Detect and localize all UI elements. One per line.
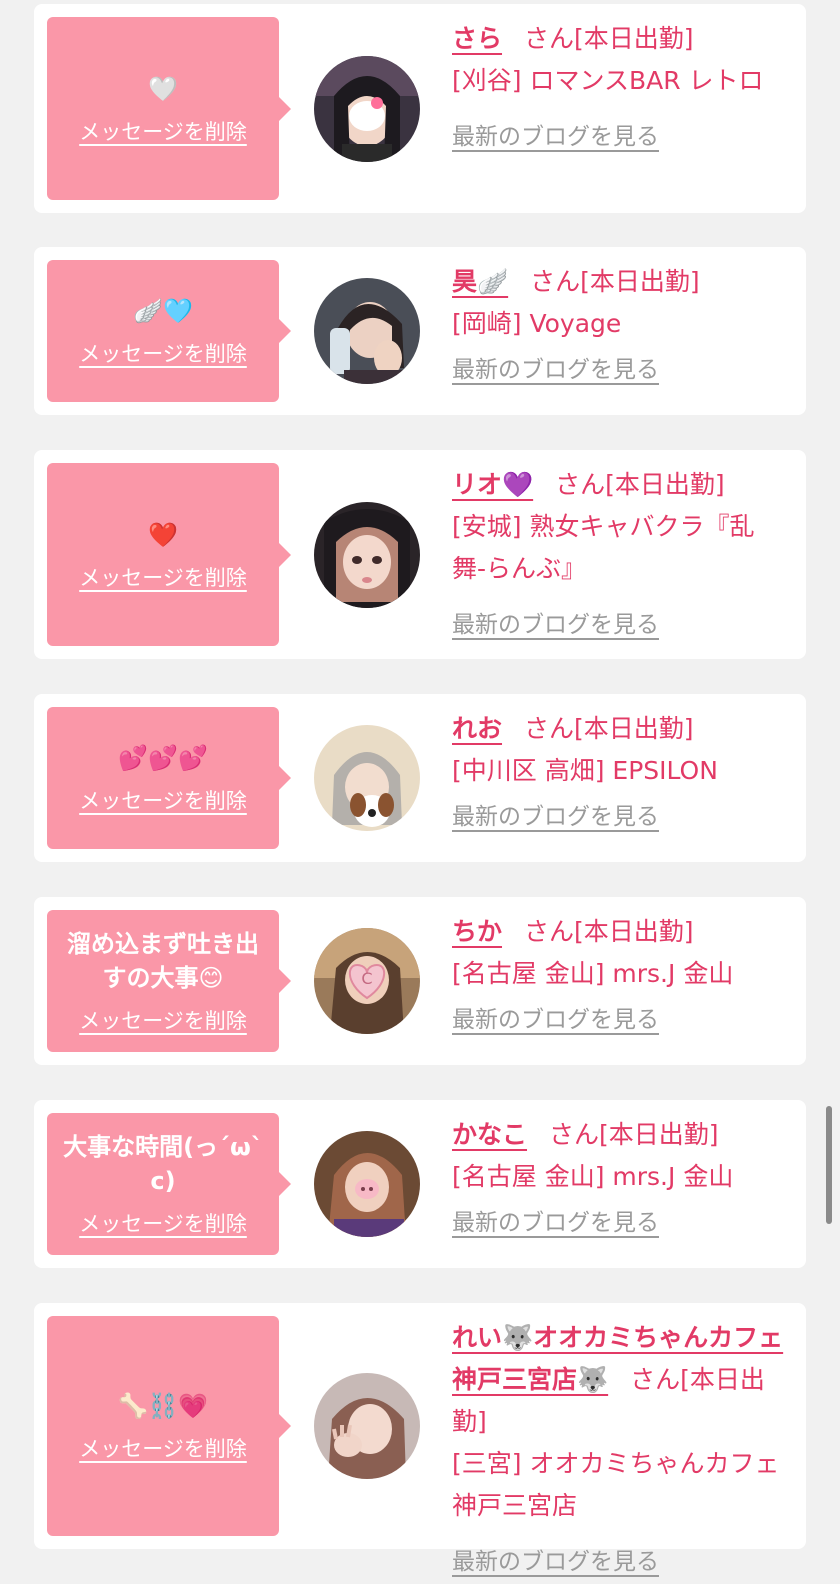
latest-blog-link[interactable]: 最新のブログを見る (452, 604, 659, 646)
profile-photo-icon (314, 1131, 420, 1237)
cast-name-link[interactable]: ちか (452, 917, 502, 946)
latest-blog-link[interactable]: 最新のブログを見る (452, 999, 659, 1041)
delete-message-link[interactable]: メッセージを削除 (79, 338, 247, 368)
avatar[interactable] (314, 1373, 420, 1479)
message-text: 溜め込まず吐き出すの大事😊 (67, 930, 259, 992)
status-text: さん[本日出勤] (530, 267, 700, 296)
shop-name: [名古屋 金山] mrs.J 金山 (452, 1162, 734, 1191)
profile-photo-icon (314, 725, 420, 831)
latest-blog-link[interactable]: 最新のブログを見る (452, 349, 659, 391)
message-bubble: 🪽🩵 メッセージを削除 (47, 260, 291, 402)
list-item: 💕💕💕 メッセージを削除 れお さん[本日出勤] [中川区 高畑] EPSILON… (34, 694, 806, 862)
profile-photo-icon (314, 1373, 420, 1479)
cast-info: さら さん[本日出勤] [刈谷] ロマンスBAR レトロ 最新のブログを見る (452, 18, 788, 158)
scrollbar[interactable] (826, 1106, 832, 1224)
avatar[interactable] (314, 502, 420, 608)
delete-message-link[interactable]: メッセージを削除 (79, 1005, 247, 1035)
status-text: さん[本日出勤] (549, 1120, 719, 1149)
list-item: 大事な時間(っˊωˋc) メッセージを削除 かなこ さん[本日出勤] [名古屋 金… (34, 1100, 806, 1268)
shop-name: [安城] 熟女キャバクラ『乱舞-らんぶ』 (452, 512, 755, 583)
cast-info: 昊🪽 さん[本日出勤] [岡崎] Voyage 最新のブログを見る (452, 261, 788, 391)
avatar[interactable] (314, 725, 420, 831)
message-bubble: 💕💕💕 メッセージを削除 (47, 707, 291, 849)
message-text: ❤️ (148, 520, 178, 549)
latest-blog-link[interactable]: 最新のブログを見る (452, 796, 659, 838)
favorites-list: 🤍 メッセージを削除 さら さん[本日出勤] [刈谷] ロマンスBAR レトロ 最… (0, 0, 840, 1584)
latest-blog-link[interactable]: 最新のブログを見る (452, 1541, 659, 1583)
cast-info: れお さん[本日出勤] [中川区 高畑] EPSILON 最新のブログを見る (452, 708, 788, 838)
cast-name-link[interactable]: れお (452, 714, 502, 743)
delete-message-link[interactable]: メッセージを削除 (79, 116, 247, 146)
list-item: ❤️ メッセージを削除 リオ💜 さん[本日出勤] [安城] 熟女キャバクラ『乱舞-… (34, 450, 806, 659)
status-text: さん[本日出勤] (524, 714, 694, 743)
avatar[interactable] (314, 278, 420, 384)
avatar[interactable] (314, 1131, 420, 1237)
delete-message-link[interactable]: メッセージを削除 (79, 1433, 247, 1463)
message-bubble: 大事な時間(っˊωˋc) メッセージを削除 (47, 1113, 291, 1255)
message-bubble: 🦴⛓️💗 メッセージを削除 (47, 1316, 291, 1536)
avatar[interactable]: C (314, 928, 420, 1034)
avatar[interactable] (314, 56, 420, 162)
profile-photo-icon (314, 56, 420, 162)
message-text: 🦴⛓️💗 (118, 1392, 208, 1420)
delete-message-link[interactable]: メッセージを削除 (79, 1208, 247, 1238)
profile-photo-icon: C (314, 928, 420, 1034)
cast-info: リオ💜 さん[本日出勤] [安城] 熟女キャバクラ『乱舞-らんぶ』 最新のブログを… (452, 464, 788, 646)
cast-info: れい🐺オオカミちゃんカフェ神戸三宮店🐺 さん[本日出勤] [三宮] オオカミちゃん… (452, 1317, 788, 1583)
cast-name-link[interactable]: 昊🪽 (452, 267, 508, 296)
shop-name: [三宮] オオカミちゃんカフェ神戸三宮店 (452, 1449, 780, 1520)
shop-name: [中川区 高畑] EPSILON (452, 756, 718, 785)
list-item: 🤍 メッセージを削除 さら さん[本日出勤] [刈谷] ロマンスBAR レトロ 最… (34, 4, 806, 213)
message-text: 🤍 (148, 74, 178, 103)
profile-photo-icon (314, 278, 420, 384)
latest-blog-link[interactable]: 最新のブログを見る (452, 116, 659, 158)
latest-blog-link[interactable]: 最新のブログを見る (452, 1202, 659, 1244)
cast-name-link[interactable]: さら (452, 24, 502, 53)
cast-name-link[interactable]: リオ💜 (452, 470, 533, 499)
cast-info: かなこ さん[本日出勤] [名古屋 金山] mrs.J 金山 最新のブログを見る (452, 1114, 788, 1244)
list-item: 🦴⛓️💗 メッセージを削除 れい🐺オオカミちゃんカフェ神戸三宮店🐺 さん[本日出勤… (34, 1303, 806, 1575)
profile-photo-icon (314, 502, 420, 608)
status-text: さん[本日出勤] (555, 470, 725, 499)
delete-message-link[interactable]: メッセージを削除 (79, 785, 247, 815)
cast-name-link[interactable]: かなこ (452, 1120, 527, 1149)
message-bubble: 溜め込まず吐き出すの大事😊 メッセージを削除 (47, 910, 291, 1052)
list-item: 溜め込まず吐き出すの大事😊 メッセージを削除 C ちか さん[本日出勤] [名古屋… (34, 897, 806, 1065)
message-bubble: ❤️ メッセージを削除 (47, 463, 291, 646)
delete-message-link[interactable]: メッセージを削除 (79, 562, 247, 592)
message-text: 💕💕💕 (118, 744, 208, 772)
message-text: 大事な時間(っˊωˋc) (63, 1133, 263, 1195)
message-bubble: 🤍 メッセージを削除 (47, 17, 291, 200)
shop-name: [岡崎] Voyage (452, 309, 622, 338)
shop-name: [名古屋 金山] mrs.J 金山 (452, 959, 734, 988)
list-item: 🪽🩵 メッセージを削除 昊🪽 さん[本日出勤] [岡崎] Voyage 最新のブロ… (34, 247, 806, 415)
status-text: さん (630, 1365, 681, 1394)
svg-text:C: C (361, 969, 372, 988)
message-text: 🪽🩵 (133, 297, 193, 325)
shop-name: [刈谷] ロマンスBAR レトロ (452, 66, 764, 95)
status-text: さん[本日出勤] (524, 24, 694, 53)
status-text: さん[本日出勤] (524, 917, 694, 946)
cast-info: ちか さん[本日出勤] [名古屋 金山] mrs.J 金山 最新のブログを見る (452, 911, 788, 1041)
